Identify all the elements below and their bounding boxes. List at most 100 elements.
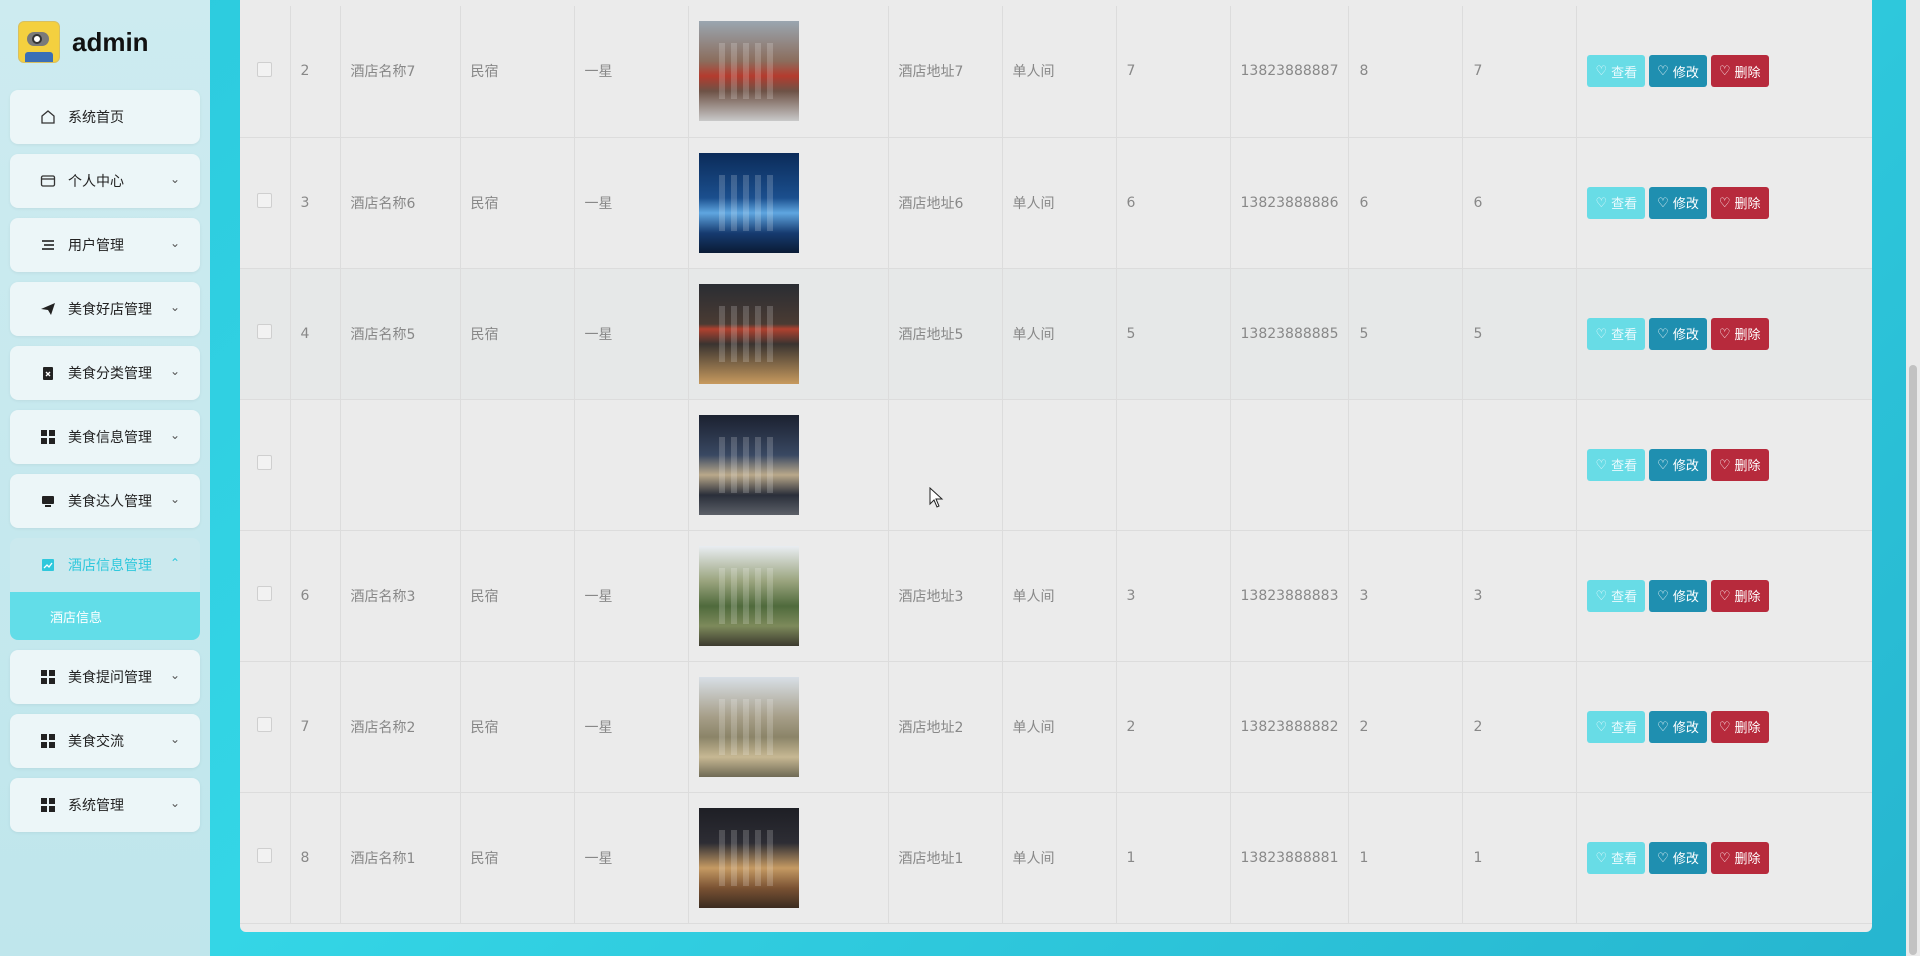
table-cell — [688, 137, 889, 269]
table-cell — [290, 399, 341, 531]
row-checkbox[interactable] — [257, 717, 273, 732]
table-cell — [688, 661, 889, 793]
submenu-item-hotel-info[interactable]: 酒店信息 — [10, 592, 200, 640]
delete-button-label: 删除 — [1734, 327, 1761, 342]
delete-button[interactable]: ♡ 删除 — [1710, 579, 1769, 612]
cell-star-rating: 一星 — [584, 719, 613, 736]
table-cell: 3 — [1116, 530, 1231, 662]
table-cell — [1230, 399, 1350, 531]
card-icon — [40, 173, 56, 189]
sidebar-item-users[interactable]: 用户管理 ⌄ — [10, 218, 200, 272]
delete-button-label: 删除 — [1734, 720, 1761, 735]
chevron-down-icon: ⌄ — [169, 364, 180, 378]
list-icon — [40, 237, 56, 253]
sidebar-item-label: 美食提问管理 — [68, 670, 152, 686]
cell-index: 2 — [300, 63, 310, 80]
scrollbar-thumb[interactable] — [1909, 365, 1917, 955]
row-actions: ♡ 查看 ♡ 修改 ♡ 删除 — [1587, 55, 1862, 88]
sidebar-item-hotels[interactable]: 酒店信息管理 ⌃ — [10, 538, 200, 592]
cell-phone: 13823888886 — [1240, 194, 1339, 211]
view-button[interactable]: ♡ 查看 — [1587, 186, 1646, 219]
view-button[interactable]: ♡ 查看 — [1587, 55, 1646, 88]
edit-button[interactable]: ♡ 修改 — [1649, 55, 1707, 88]
cell-star-rating: 一星 — [584, 588, 613, 605]
cell-value-b: 1 — [1359, 849, 1369, 866]
row-checkbox[interactable] — [257, 61, 273, 77]
view-button[interactable]: ♡ 查看 — [1587, 317, 1646, 350]
delete-button[interactable]: ♡ 删除 — [1710, 186, 1769, 219]
view-button[interactable]: ♡ 查看 — [1587, 710, 1646, 743]
table-cell — [688, 530, 889, 662]
chevron-down-icon: ⌄ — [169, 668, 180, 682]
view-button-label: 查看 — [1611, 458, 1638, 473]
delete-button-label: 删除 — [1734, 458, 1761, 473]
table-cell: 单人间 — [1002, 137, 1117, 269]
view-button[interactable]: ♡ 查看 — [1587, 448, 1646, 481]
sidebar-item-categories[interactable]: 美食分类管理 ⌄ — [10, 346, 200, 400]
table-cell — [240, 137, 291, 269]
sidebar-item-food-info[interactable]: 美食信息管理 ⌄ — [10, 410, 200, 464]
row-checkbox[interactable] — [257, 848, 273, 863]
edit-button[interactable]: ♡ 修改 — [1649, 448, 1707, 481]
table-cell: 1 — [1348, 792, 1464, 924]
cell-phone: 13823888883 — [1240, 587, 1339, 604]
brand: admin — [18, 20, 149, 64]
heart-icon: ♡ — [1657, 456, 1669, 472]
view-button-label: 查看 — [1611, 327, 1638, 342]
clipboard-icon — [40, 365, 56, 381]
hotel-image — [698, 414, 799, 515]
sidebar-item-label: 系统首页 — [68, 110, 124, 126]
edit-button[interactable]: ♡ 修改 — [1649, 186, 1707, 219]
row-checkbox[interactable] — [257, 586, 273, 601]
sidebar-item-experts[interactable]: 美食达人管理 ⌄ — [10, 474, 200, 528]
edit-button[interactable]: ♡ 修改 — [1649, 317, 1707, 350]
edit-button[interactable]: ♡ 修改 — [1649, 841, 1707, 874]
cell-star-rating: 一星 — [584, 326, 613, 343]
cell-value-c: 7 — [1473, 63, 1483, 80]
heart-icon: ♡ — [1657, 849, 1669, 865]
sidebar-item-questions[interactable]: 美食提问管理 ⌄ — [10, 650, 200, 704]
delete-button[interactable]: ♡ 删除 — [1710, 710, 1769, 743]
row-checkbox[interactable] — [257, 324, 273, 339]
page-scrollbar[interactable] — [1906, 0, 1920, 956]
table-cell — [460, 399, 575, 531]
table-cell: 3 — [290, 137, 341, 269]
cell-value-b: 8 — [1359, 63, 1369, 80]
sidebar-item-shops[interactable]: 美食好店管理 ⌄ — [10, 282, 200, 336]
delete-button[interactable]: ♡ 删除 — [1710, 448, 1769, 481]
sidebar-item-label: 个人中心 — [68, 174, 124, 190]
table-row: 2 酒店名称7 民宿 一星 酒店地址7 单人间 7 13823888887 8 7 ♡ 查看 ♡ 修改… — [240, 6, 1872, 138]
sidebar-item-system[interactable]: 系统管理 ⌄ — [10, 778, 200, 832]
heart-icon: ♡ — [1718, 194, 1731, 210]
sidebar-item-profile[interactable]: 个人中心 ⌄ — [10, 154, 200, 208]
view-button[interactable]: ♡ 查看 — [1587, 841, 1646, 874]
cell-room-type: 单人间 — [1012, 326, 1055, 343]
delete-button[interactable]: ♡ 删除 — [1710, 317, 1769, 350]
table-cell: 13823888881 — [1230, 792, 1350, 924]
edit-button[interactable]: ♡ 修改 — [1649, 579, 1707, 612]
table-cell: 3 — [1462, 530, 1578, 662]
row-checkbox[interactable] — [257, 193, 273, 208]
table-cell — [240, 399, 291, 531]
table-cell: 一星 — [574, 661, 689, 793]
heart-icon: ♡ — [1657, 325, 1669, 341]
heart-icon: ♡ — [1595, 325, 1608, 341]
delete-button[interactable]: ♡ 删除 — [1710, 55, 1769, 88]
sidebar-item-home[interactable]: 系统首页 — [10, 90, 200, 144]
cell-star-rating: 一星 — [584, 850, 613, 867]
sidebar-item-exchange[interactable]: 美食交流 ⌄ — [10, 714, 200, 768]
table-cell: 酒店地址2 — [888, 661, 1003, 793]
hotel-image — [698, 152, 799, 253]
delete-button[interactable]: ♡ 删除 — [1710, 841, 1769, 874]
table-cell — [688, 268, 889, 400]
heart-icon: ♡ — [1718, 718, 1731, 734]
table-cell: 酒店名称1 — [340, 792, 461, 924]
avatar — [18, 21, 60, 63]
cell-value-c: 1 — [1473, 849, 1483, 866]
cell-hotel-name: 酒店名称2 — [350, 719, 416, 736]
view-button[interactable]: ♡ 查看 — [1587, 579, 1646, 612]
edit-button[interactable]: ♡ 修改 — [1649, 710, 1707, 743]
row-checkbox[interactable] — [257, 455, 273, 470]
table-cell: 1 — [1462, 792, 1578, 924]
table-cell: 单人间 — [1002, 661, 1117, 793]
